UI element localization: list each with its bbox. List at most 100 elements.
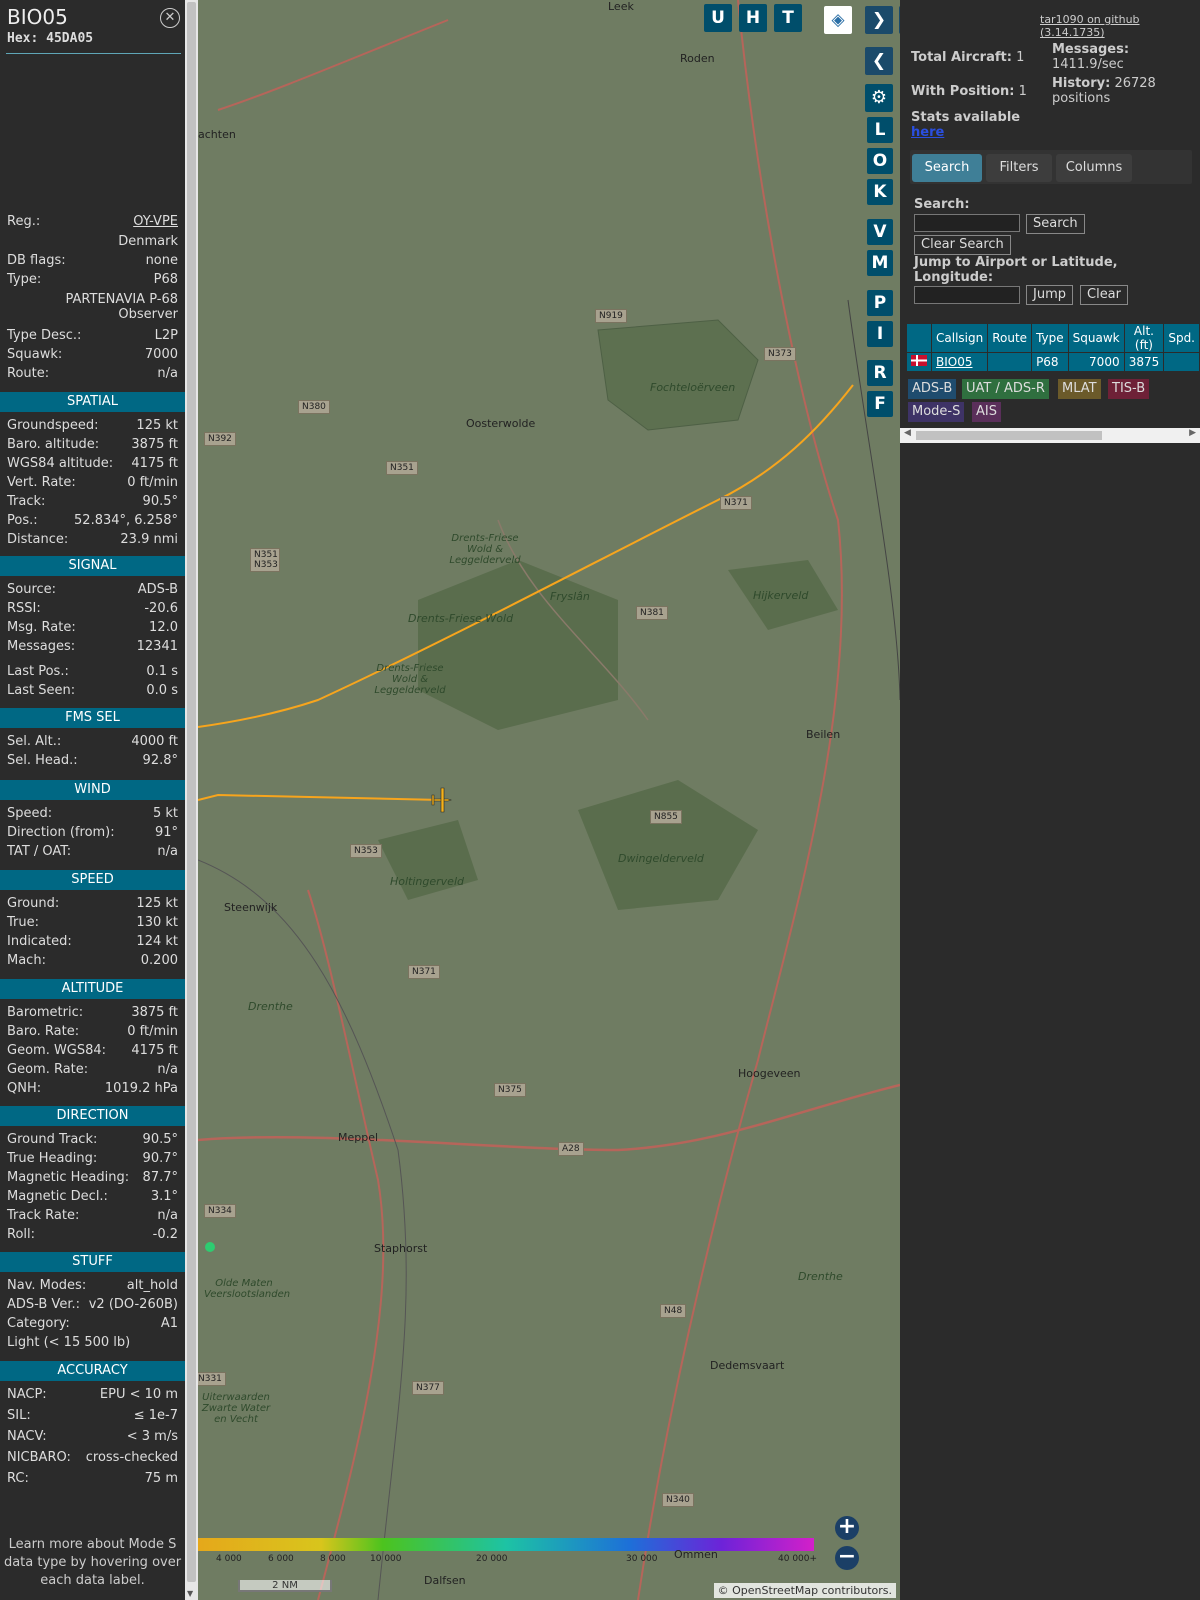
road-label: N371 [408, 965, 440, 979]
place-label: achten [198, 128, 236, 141]
info-value: 3.1° [150, 1189, 178, 1204]
altitude-tick: 6 000 [268, 1554, 294, 1564]
search-input[interactable] [914, 214, 1020, 232]
table-body: BIO05 P68 7000 3875 [906, 352, 1200, 372]
table-header: Callsign Route Type Squawk Alt. (ft) Spd. [906, 323, 1200, 353]
top-button-u[interactable]: U [704, 4, 732, 32]
jump-input[interactable] [914, 286, 1020, 304]
stats-available: Stats available here [911, 110, 1021, 140]
flag-denmark-icon [911, 355, 927, 366]
info-label: RSSI: [7, 601, 41, 616]
tab-filters[interactable]: Filters [986, 154, 1052, 182]
chevron-right-icon[interactable]: ❯ [865, 6, 893, 34]
road-label: N373 [764, 347, 796, 361]
nature-area [378, 820, 478, 900]
info-row: Sel. Alt.: 4000 ft [7, 734, 178, 753]
table-horizontal-scrollbar[interactable]: ◀ ▶ [900, 428, 1200, 443]
top-button-t[interactable]: T [774, 4, 802, 32]
callsign-cell[interactable]: BIO05 [930, 352, 989, 372]
map-attribution[interactable]: © OpenStreetMap contributors. [713, 1583, 896, 1598]
info-row: Last Seen: 0.0 s [7, 683, 178, 702]
place-label: Uiterwaarden Zwarte Water en Vecht [201, 1392, 271, 1425]
clear-search-button[interactable]: Clear Search [914, 235, 1011, 255]
side-button-v[interactable]: V [867, 219, 893, 245]
zoom-in-button[interactable]: + [835, 1516, 859, 1540]
tab-search[interactable]: Search [912, 154, 982, 182]
info-value: 125 kt [136, 418, 178, 433]
altitude-color-bar [198, 1538, 814, 1551]
info-value: 125 kt [136, 896, 178, 911]
info-row: Source: ADS-B [7, 582, 178, 601]
road-label: N380 [298, 400, 330, 414]
info-row: Msg. Rate: 12.0 [7, 620, 178, 639]
aircraft-icon[interactable] [431, 787, 452, 813]
place-label: Ommen [674, 1548, 718, 1561]
legend-ais: AIS [972, 402, 1001, 422]
info-row: NICBARO: cross-checked [7, 1450, 178, 1469]
tab-columns[interactable]: Columns [1056, 154, 1132, 182]
squawk-cell: 7000 [1067, 352, 1125, 372]
layers-icon[interactable]: ◈ [824, 6, 852, 34]
scroll-down-icon[interactable]: ▼ [187, 1589, 193, 1598]
info-value: 90.5° [142, 494, 178, 509]
nature-area [418, 560, 618, 730]
side-button-f[interactable]: F [867, 391, 893, 417]
column-header[interactable] [906, 323, 932, 353]
stats-link[interactable]: here [911, 125, 944, 140]
info-label: Baro. Rate: [7, 1024, 80, 1039]
info-value: A1 [160, 1316, 178, 1331]
messages-rate: Messages: 1411.9/sec [1052, 42, 1130, 72]
jump-button[interactable]: Jump [1026, 285, 1073, 305]
column-header[interactable]: Route [987, 323, 1033, 353]
column-header[interactable]: Alt. (ft) [1123, 323, 1165, 353]
info-value: 3875 ft [131, 1005, 178, 1020]
info-row-squawk: Squawk: 7000 [7, 347, 178, 362]
column-header[interactable]: Callsign [930, 323, 989, 353]
info-row: Barometric: 3875 ft [7, 1005, 178, 1024]
info-row-typedesc: Type Desc.: L2P [7, 328, 178, 343]
info-value: < 3 m/s [126, 1429, 178, 1444]
side-button-m[interactable]: M [867, 250, 893, 276]
info-value: 0.1 s [146, 664, 178, 679]
with-position: With Position: 1 [911, 84, 1027, 99]
scale-bar: 2 NM [238, 1580, 332, 1592]
side-button-r[interactable]: R [867, 360, 893, 386]
registration-link[interactable]: OY-VPE [133, 214, 178, 229]
panel-tabs: Search Filters Columns [910, 150, 1192, 184]
side-button-l[interactable]: L [867, 117, 893, 143]
side-button-o[interactable]: O [867, 148, 893, 174]
gear-icon[interactable]: ⚙ [865, 84, 893, 112]
place-label: Oosterwolde [466, 417, 536, 430]
map-view[interactable]: Leek Roden achten Oosterwolde Fochteloërveen… [198, 0, 900, 1600]
info-value: v2 (DO-260B) [88, 1297, 178, 1312]
clear-button[interactable]: Clear [1080, 285, 1128, 305]
column-header[interactable]: Spd. [1163, 323, 1200, 353]
side-button-k[interactable]: K [867, 179, 893, 205]
column-header[interactable]: Squawk [1067, 323, 1125, 353]
top-button-h[interactable]: H [739, 4, 767, 32]
close-icon[interactable]: ✕ [160, 8, 180, 28]
section-header-altitude: ALTITUDE [0, 979, 185, 999]
side-button-i[interactable]: I [867, 321, 893, 347]
info-label: Distance: [7, 532, 69, 547]
info-label: Ground Track: [7, 1132, 98, 1147]
github-link[interactable]: tar1090 on github (3.14.1735) [1040, 13, 1200, 39]
zoom-out-button[interactable]: − [835, 1546, 859, 1570]
chevron-left-icon[interactable]: ❮ [865, 47, 893, 75]
scroll-left-icon[interactable]: ◀ [904, 428, 911, 438]
column-header[interactable]: Type [1031, 323, 1069, 353]
section-header-spatial: SPATIAL [0, 392, 185, 412]
section-header-signal: SIGNAL [0, 556, 185, 576]
search-button[interactable]: Search [1026, 214, 1085, 234]
side-button-p[interactable]: P [867, 290, 893, 316]
altitude-tick: 8 000 [320, 1554, 346, 1564]
spd-cell [1163, 352, 1200, 372]
info-panel-scrollbar[interactable]: ▼ [185, 0, 198, 1600]
info-value: 0 ft/min [127, 475, 178, 490]
altitude-tick: 4 000 [216, 1554, 242, 1564]
place-label: Drenthe [248, 1000, 293, 1013]
table-row[interactable]: BIO05 P68 7000 3875 [906, 352, 1200, 372]
info-value: 5 kt [152, 806, 178, 821]
scroll-right-icon[interactable]: ▶ [1189, 428, 1196, 438]
place-label: Roden [680, 52, 715, 65]
